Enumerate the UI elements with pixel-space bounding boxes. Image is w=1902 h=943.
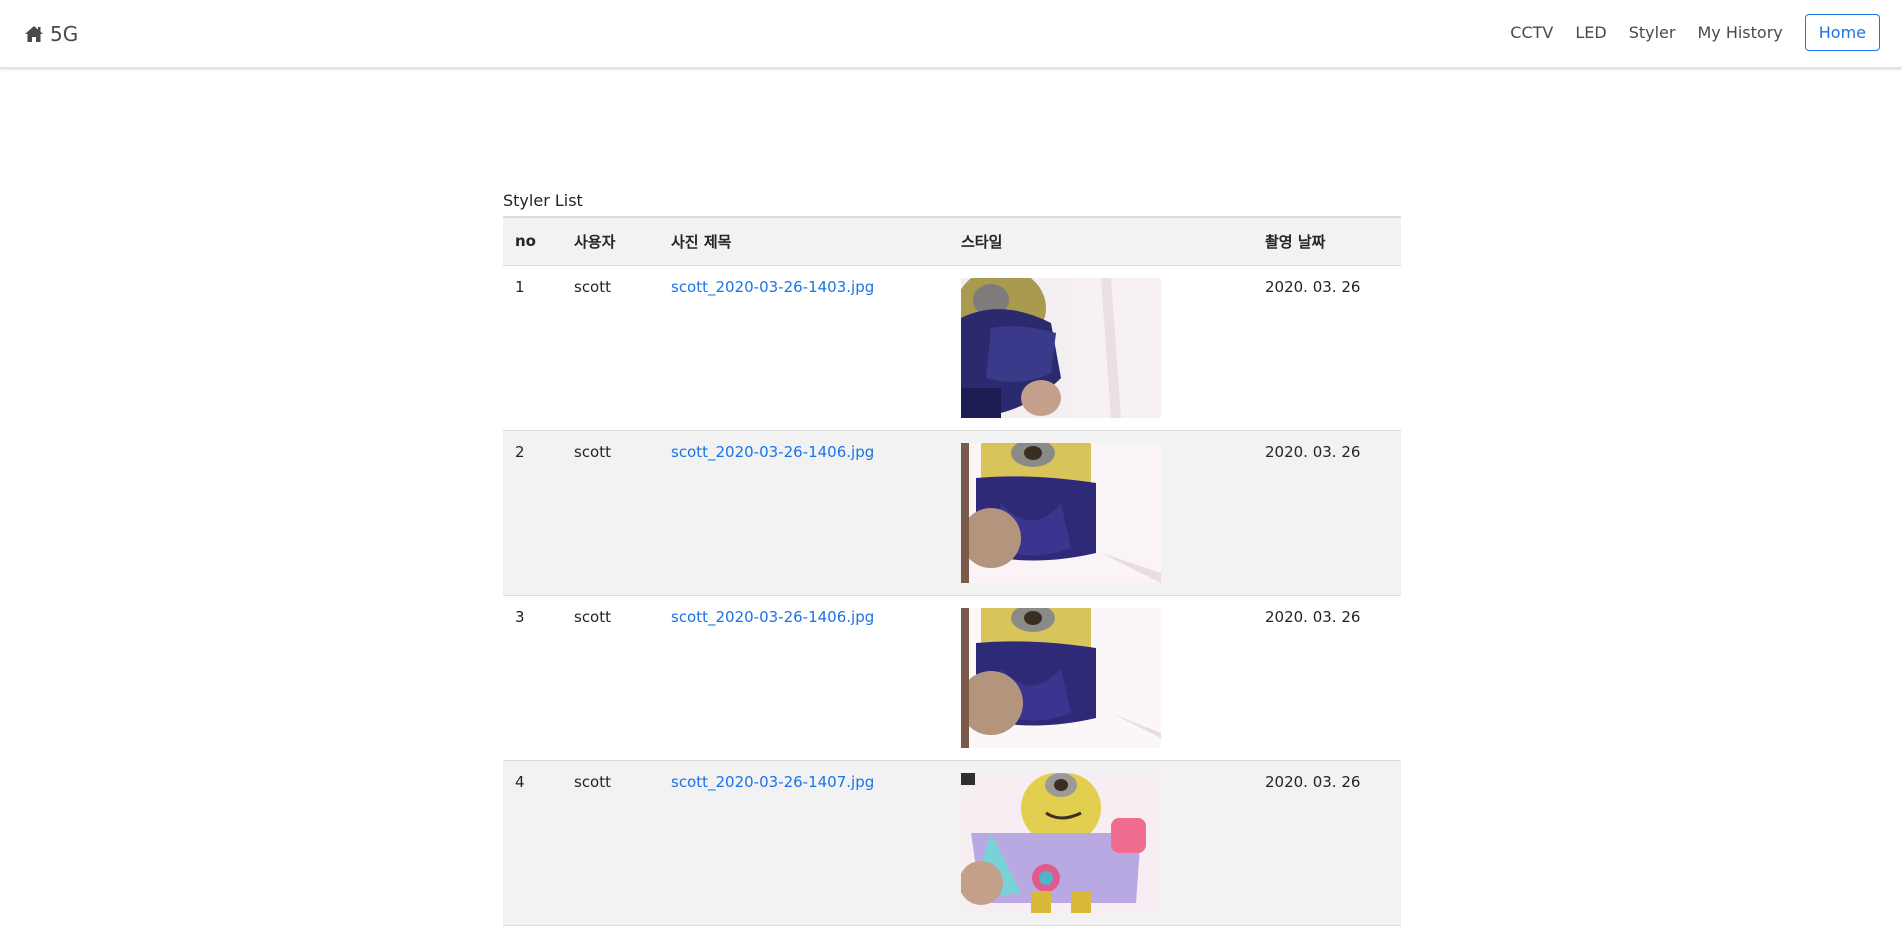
nav-link-my-history[interactable]: My History (1697, 23, 1782, 42)
cell-style (949, 430, 1253, 595)
cell-date: 2020. 03. 26 (1265, 442, 1361, 461)
table-header-row: no 사용자 사진 제목 스타일 촬영 날짜 (503, 217, 1401, 265)
photo-link[interactable]: scott_2020-03-26-1407.jpg (671, 773, 874, 791)
cell-user: scott (574, 772, 612, 791)
header-photo-title: 사진 제목 (671, 232, 732, 251)
styler-table: no 사용자 사진 제목 스타일 촬영 날짜 1 scott scott_202… (503, 216, 1401, 926)
style-photo-thumbnail[interactable] (961, 277, 1161, 418)
cell-user: scott (574, 607, 612, 626)
header-date: 촬영 날짜 (1265, 232, 1326, 251)
cell-style (949, 760, 1253, 925)
style-photo-thumbnail[interactable] (961, 442, 1161, 583)
home-button[interactable]: Home (1804, 14, 1880, 51)
cell-no: 2 (515, 442, 525, 461)
cell-title: scott_2020-03-26-1406.jpg (659, 430, 949, 595)
photo-link[interactable]: scott_2020-03-26-1406.jpg (671, 443, 874, 461)
photo-link[interactable]: scott_2020-03-26-1406.jpg (671, 608, 874, 626)
cell-user: scott (574, 277, 612, 296)
nav-link-cctv[interactable]: CCTV (1510, 23, 1553, 42)
cell-style (949, 595, 1253, 760)
cell-date: 2020. 03. 26 (1265, 772, 1361, 791)
photo-link[interactable]: scott_2020-03-26-1403.jpg (671, 278, 874, 296)
table-row: 3 scott scott_2020-03-26-1406.jpg 2020. … (503, 595, 1401, 760)
nav-link-styler[interactable]: Styler (1629, 23, 1676, 42)
cell-title: scott_2020-03-26-1403.jpg (659, 265, 949, 430)
cell-style (949, 265, 1253, 430)
brand-link[interactable]: 5G (24, 22, 78, 46)
cell-no: 4 (515, 772, 525, 791)
home-icon (25, 26, 43, 42)
cell-title: scott_2020-03-26-1406.jpg (659, 595, 949, 760)
brand-label: 5G (50, 22, 79, 46)
cell-user: scott (574, 442, 612, 461)
table-caption: Styler List (503, 191, 583, 210)
cell-date: 2020. 03. 26 (1265, 277, 1361, 296)
header-no: no (515, 232, 536, 251)
table-row: 2 scott scott_2020-03-26-1406.jpg 2020. … (503, 430, 1401, 595)
cell-no: 1 (515, 277, 525, 296)
main-content: Styler List no 사용자 사진 제목 스타일 촬영 날짜 1 sco… (503, 190, 1401, 926)
cell-no: 3 (515, 607, 525, 626)
cell-date: 2020. 03. 26 (1265, 607, 1361, 626)
style-photo-thumbnail[interactable] (961, 772, 1161, 913)
nav-links: CCTV LED Styler My History Home (1488, 14, 1880, 51)
table-row: 1 scott scott_2020-03-26-1403.jpg 2020. … (503, 265, 1401, 430)
style-photo-thumbnail[interactable] (961, 607, 1161, 748)
header-user: 사용자 (574, 232, 616, 251)
top-navbar: 5G CCTV LED Styler My History Home (0, 0, 1902, 68)
cell-title: scott_2020-03-26-1407.jpg (659, 760, 949, 925)
nav-link-led[interactable]: LED (1575, 23, 1606, 42)
table-row: 4 scott scott_2020-03-26-1407.jpg 2020. … (503, 760, 1401, 925)
header-style: 스타일 (961, 232, 1003, 251)
